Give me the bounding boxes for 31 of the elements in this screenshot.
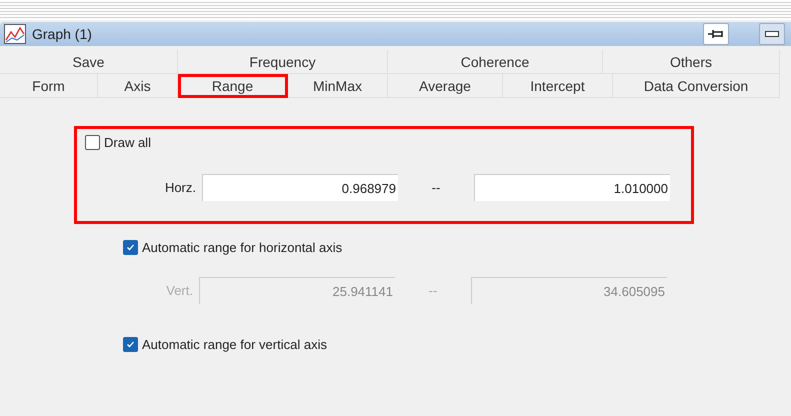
range-label: Horz. bbox=[164, 180, 197, 195]
pin-button[interactable] bbox=[703, 23, 729, 45]
window-title: Graph (1) bbox=[32, 26, 93, 42]
range-from-field[interactable]: 0.968979 bbox=[202, 174, 398, 201]
tab[interactable]: Range bbox=[178, 74, 288, 98]
range-separator: -- bbox=[430, 180, 442, 195]
tab[interactable]: Data Conversion bbox=[613, 74, 780, 98]
minimize-button[interactable] bbox=[759, 23, 785, 45]
checkbox[interactable] bbox=[123, 240, 138, 255]
range-separator: -- bbox=[428, 283, 438, 298]
check-icon bbox=[126, 243, 135, 252]
tab[interactable]: Intercept bbox=[503, 74, 613, 98]
tab[interactable]: Axis bbox=[98, 74, 178, 98]
tab[interactable]: Coherence bbox=[388, 50, 603, 74]
tab[interactable]: Others bbox=[603, 50, 780, 74]
checkbox[interactable] bbox=[123, 337, 138, 352]
tab[interactable]: MinMax bbox=[288, 74, 388, 98]
pin-icon bbox=[708, 28, 724, 40]
checkbox-label: Automatic range for vertical axis bbox=[142, 337, 327, 352]
checkbox-label: Automatic range for horizontal axis bbox=[142, 240, 342, 255]
tab[interactable]: Save bbox=[0, 50, 178, 74]
range-label: Vert. bbox=[165, 283, 194, 298]
minimize-icon bbox=[765, 31, 779, 37]
tab[interactable]: Average bbox=[388, 74, 503, 98]
tab[interactable]: Form bbox=[0, 74, 98, 98]
check-icon bbox=[126, 340, 135, 349]
checkbox-label: Draw all bbox=[104, 135, 151, 150]
checkbox[interactable] bbox=[85, 135, 100, 150]
range-to-field[interactable]: 1.010000 bbox=[474, 174, 670, 201]
tab[interactable]: Frequency bbox=[178, 50, 388, 74]
line-chart-icon bbox=[4, 24, 26, 44]
